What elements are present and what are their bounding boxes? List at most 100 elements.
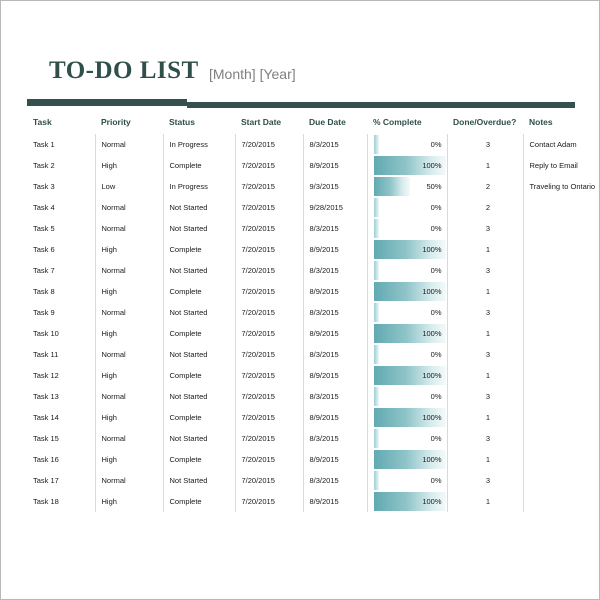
cell-task[interactable]: Task 18 [27, 491, 95, 512]
cell-status[interactable]: In Progress [162, 134, 235, 155]
cell-status[interactable]: Not Started [162, 428, 235, 449]
cell-status[interactable]: Complete [162, 155, 235, 176]
cell-task[interactable]: Task 3 [27, 176, 95, 197]
cell-priority[interactable]: High [94, 449, 163, 470]
cell-done-overdue[interactable]: 3 [446, 218, 523, 239]
cell-percent-complete[interactable]: 0% [366, 428, 447, 449]
cell-priority[interactable]: Normal [94, 302, 163, 323]
cell-status[interactable]: Not Started [162, 302, 235, 323]
cell-percent-complete[interactable]: 100% [366, 365, 447, 386]
cell-notes[interactable] [522, 344, 600, 365]
column-header-done-overdue[interactable]: Done/Overdue? [447, 113, 523, 134]
cell-done-overdue[interactable]: 1 [446, 491, 523, 512]
cell-done-overdue[interactable]: 3 [446, 134, 523, 155]
cell-task[interactable]: Task 1 [27, 134, 95, 155]
cell-due-date[interactable]: 8/9/2015 [302, 365, 367, 386]
cell-task[interactable]: Task 16 [27, 449, 95, 470]
cell-task[interactable]: Task 13 [27, 386, 95, 407]
cell-notes[interactable] [522, 218, 600, 239]
cell-start-date[interactable]: 7/20/2015 [234, 428, 303, 449]
column-header-notes[interactable]: Notes [523, 113, 600, 134]
cell-notes[interactable]: Reply to Email [522, 155, 600, 176]
table-row[interactable]: Task 16 High Complete 7/20/2015 8/9/2015 100%… [27, 449, 600, 470]
cell-due-date[interactable]: 8/9/2015 [302, 281, 367, 302]
cell-status[interactable]: Not Started [162, 470, 235, 491]
cell-due-date[interactable]: 8/3/2015 [302, 302, 367, 323]
table-row[interactable]: Task 15 Normal Not Started 7/20/2015 8/3/201… [27, 428, 600, 449]
cell-done-overdue[interactable]: 3 [446, 302, 523, 323]
cell-priority[interactable]: Normal [94, 260, 163, 281]
cell-start-date[interactable]: 7/20/2015 [234, 365, 303, 386]
cell-start-date[interactable]: 7/20/2015 [234, 239, 303, 260]
cell-priority[interactable]: Normal [94, 386, 163, 407]
cell-priority[interactable]: High [94, 155, 163, 176]
cell-percent-complete[interactable]: 0% [366, 218, 447, 239]
cell-done-overdue[interactable]: 1 [446, 323, 523, 344]
month-year-placeholder[interactable]: [Month] [Year] [209, 66, 296, 82]
cell-due-date[interactable]: 8/9/2015 [302, 155, 367, 176]
cell-percent-complete[interactable]: 100% [366, 491, 447, 512]
cell-done-overdue[interactable]: 1 [446, 449, 523, 470]
cell-start-date[interactable]: 7/20/2015 [234, 449, 303, 470]
cell-done-overdue[interactable]: 1 [446, 281, 523, 302]
cell-start-date[interactable]: 7/20/2015 [234, 302, 303, 323]
table-row[interactable]: Task 18 High Complete 7/20/2015 8/9/2015 100%… [27, 491, 600, 512]
cell-notes[interactable] [522, 239, 600, 260]
table-row[interactable]: Task 7 Normal Not Started 7/20/2015 8/3/2015… [27, 260, 600, 281]
cell-due-date[interactable]: 8/3/2015 [302, 134, 367, 155]
table-row[interactable]: Task 8 High Complete 7/20/2015 8/9/2015 100% 1 [27, 281, 600, 302]
table-row[interactable]: Task 3 Low In Progress 7/20/2015 9/3/2015 50%… [27, 176, 600, 197]
cell-done-overdue[interactable]: 3 [446, 428, 523, 449]
cell-priority[interactable]: High [94, 491, 163, 512]
cell-start-date[interactable]: 7/20/2015 [234, 491, 303, 512]
cell-task[interactable]: Task 12 [27, 365, 95, 386]
cell-task[interactable]: Task 8 [27, 281, 95, 302]
cell-done-overdue[interactable]: 1 [446, 407, 523, 428]
cell-due-date[interactable]: 8/9/2015 [302, 407, 367, 428]
cell-percent-complete[interactable]: 100% [366, 239, 447, 260]
table-row[interactable]: Task 14 High Complete 7/20/2015 8/9/2015 100%… [27, 407, 600, 428]
cell-priority[interactable]: Normal [94, 218, 163, 239]
cell-task[interactable]: Task 2 [27, 155, 95, 176]
cell-notes[interactable]: Contact Adam [522, 134, 600, 155]
cell-priority[interactable]: High [94, 239, 163, 260]
cell-status[interactable]: Not Started [162, 386, 235, 407]
cell-percent-complete[interactable]: 0% [366, 134, 447, 155]
cell-start-date[interactable]: 7/20/2015 [234, 281, 303, 302]
table-row[interactable]: Task 6 High Complete 7/20/2015 8/9/2015 100% 1 [27, 239, 600, 260]
table-row[interactable]: Task 1 Normal In Progress 7/20/2015 8/3/2015… [27, 134, 600, 155]
cell-notes[interactable] [522, 491, 600, 512]
cell-status[interactable]: Not Started [162, 260, 235, 281]
cell-due-date[interactable]: 8/3/2015 [302, 218, 367, 239]
cell-start-date[interactable]: 7/20/2015 [234, 260, 303, 281]
cell-due-date[interactable]: 8/9/2015 [302, 491, 367, 512]
cell-percent-complete[interactable]: 0% [366, 470, 447, 491]
cell-percent-complete[interactable]: 100% [366, 449, 447, 470]
cell-task[interactable]: Task 17 [27, 470, 95, 491]
cell-percent-complete[interactable]: 0% [366, 386, 447, 407]
cell-notes[interactable] [522, 302, 600, 323]
cell-task[interactable]: Task 5 [27, 218, 95, 239]
cell-status[interactable]: Complete [162, 449, 235, 470]
cell-start-date[interactable]: 7/20/2015 [234, 386, 303, 407]
cell-start-date[interactable]: 7/20/2015 [234, 218, 303, 239]
table-row[interactable]: Task 17 Normal Not Started 7/20/2015 8/3/201… [27, 470, 600, 491]
cell-notes[interactable] [522, 260, 600, 281]
cell-start-date[interactable]: 7/20/2015 [234, 134, 303, 155]
cell-percent-complete[interactable]: 100% [366, 323, 447, 344]
cell-percent-complete[interactable]: 50% [366, 176, 447, 197]
cell-task[interactable]: Task 7 [27, 260, 95, 281]
column-header-start-date[interactable]: Start Date [235, 113, 303, 134]
cell-notes[interactable] [522, 470, 600, 491]
cell-due-date[interactable]: 8/9/2015 [302, 239, 367, 260]
cell-priority[interactable]: Normal [94, 428, 163, 449]
cell-done-overdue[interactable]: 3 [446, 470, 523, 491]
cell-priority[interactable]: Normal [94, 470, 163, 491]
cell-percent-complete[interactable]: 0% [366, 197, 447, 218]
table-row[interactable]: Task 2 High Complete 7/20/2015 8/9/2015 100% 1… [27, 155, 600, 176]
column-header-priority[interactable]: Priority [95, 113, 163, 134]
cell-due-date[interactable]: 8/3/2015 [302, 428, 367, 449]
cell-percent-complete[interactable]: 100% [366, 407, 447, 428]
cell-start-date[interactable]: 7/20/2015 [234, 197, 303, 218]
cell-notes[interactable] [522, 449, 600, 470]
